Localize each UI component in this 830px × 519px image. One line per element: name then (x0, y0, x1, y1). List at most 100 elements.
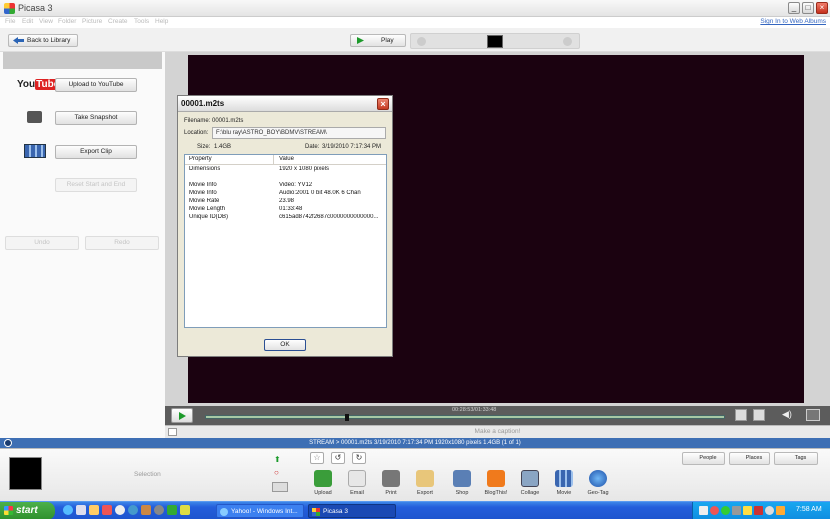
app-icon[interactable] (115, 505, 125, 515)
menu-picture[interactable]: Picture (82, 18, 102, 25)
export-clip-button[interactable]: Export Clip (55, 145, 137, 159)
ie-icon[interactable] (63, 505, 73, 515)
rotate-left-button[interactable]: ↺ (331, 452, 345, 464)
print-icon (382, 470, 400, 487)
media-icon[interactable] (102, 505, 112, 515)
upload-tool[interactable]: Upload (306, 470, 340, 496)
globe-icon (589, 470, 607, 487)
info-icon[interactable] (4, 439, 12, 447)
shop-tool[interactable]: Shop (445, 470, 479, 496)
fullscreen-icon[interactable] (806, 409, 820, 421)
export-tool[interactable]: Export (408, 470, 442, 496)
menu-tools[interactable]: Tools (134, 18, 149, 25)
menu-view[interactable]: View (39, 18, 53, 25)
menu-folder[interactable]: Folder (58, 18, 76, 25)
ok-button[interactable]: OK (264, 339, 306, 351)
app-icon[interactable] (154, 505, 164, 515)
folder-icon[interactable] (89, 505, 99, 515)
taskbar-item-picasa[interactable]: Picasa 3 (308, 504, 396, 518)
back-to-library-button[interactable]: Back to Library (8, 34, 78, 47)
filmstrip-thumbnail[interactable] (487, 35, 503, 48)
menu-edit[interactable]: Edit (22, 18, 33, 25)
windows-logo-icon (4, 506, 13, 515)
windows-taskbar: start Yahoo! - Windows Int... Picasa 3 7… (0, 501, 830, 519)
tray-app-icon[interactable] (776, 506, 785, 515)
menu-help[interactable]: Help (155, 18, 168, 25)
blogger-icon (487, 470, 505, 487)
table-row-property: Movie Info (189, 190, 217, 196)
table-row-value: Audio:2001 0 bit 48.0K 6 Chan (279, 190, 361, 196)
tray-app-icon[interactable] (710, 506, 719, 515)
menu-file[interactable]: File (5, 18, 15, 25)
minimize-button[interactable]: _ (788, 2, 800, 14)
tray-app-icon[interactable] (732, 506, 741, 515)
trim-start-button[interactable] (735, 409, 747, 421)
upload-to-youtube-button[interactable]: Upload to YouTube (55, 78, 137, 92)
timeline-track[interactable] (205, 415, 725, 419)
prev-arrow-icon[interactable] (417, 37, 426, 46)
column-value[interactable]: Value (279, 156, 294, 162)
clear-red-icon[interactable]: ○ (274, 468, 285, 477)
tray-app-icon[interactable] (743, 506, 752, 515)
maximize-button[interactable]: □ (802, 2, 814, 14)
undo-button[interactable]: Undo (5, 236, 79, 250)
tray-app-icon[interactable] (754, 506, 763, 515)
tray-app-icon[interactable] (699, 506, 708, 515)
print-tool[interactable]: Print (374, 470, 408, 496)
share-options-icon[interactable] (272, 482, 288, 492)
blogthis-tool[interactable]: BlogThis! (479, 470, 513, 496)
star-button[interactable]: ☆ (310, 452, 324, 464)
properties-table: Property Value Dimensions 1920 x 1080 pi… (184, 154, 387, 328)
app-icon[interactable] (180, 505, 190, 515)
camera-icon (27, 111, 42, 123)
redo-button[interactable]: Redo (85, 236, 159, 250)
taskbar-item-label: Picasa 3 (323, 508, 348, 515)
caption-toggle-icon[interactable] (168, 428, 177, 436)
take-snapshot-button[interactable]: Take Snapshot (55, 111, 137, 125)
timeline-playhead[interactable] (345, 414, 349, 421)
size-label: Size: (197, 144, 211, 150)
sign-in-link[interactable]: Sign In to Web Albums (760, 18, 826, 25)
window-title: Picasa 3 (18, 3, 53, 13)
menu-create[interactable]: Create (108, 18, 128, 25)
app-icon[interactable] (141, 505, 151, 515)
filename-value: 00001.m2ts (212, 118, 244, 124)
volume-icon[interactable]: ◀) (782, 409, 796, 421)
desktop-icon[interactable] (76, 505, 86, 515)
scrub-play-button[interactable] (171, 408, 193, 423)
tray-app-icon[interactable] (721, 506, 730, 515)
upload-icon (314, 470, 332, 487)
column-property[interactable]: Property (189, 156, 212, 162)
people-button[interactable]: People (682, 452, 725, 465)
app-icon[interactable] (167, 505, 177, 515)
play-button[interactable]: Play (350, 34, 406, 47)
system-tray: 7:58 AM (692, 502, 830, 519)
clock[interactable]: 7:58 AM (796, 506, 822, 513)
reset-start-end-button[interactable]: Reset Start and End (55, 178, 137, 192)
location-field[interactable]: F:\blu ray\ASTRO_BOY\BDMV\STREAM\ (212, 127, 386, 139)
email-tool[interactable]: Email (340, 470, 374, 496)
tags-button[interactable]: Tags (774, 452, 818, 465)
picasa-app-icon (4, 3, 15, 14)
trim-end-button[interactable] (753, 409, 765, 421)
column-divider[interactable] (273, 155, 274, 164)
email-icon (348, 470, 366, 487)
collage-tool[interactable]: Collage (513, 470, 547, 496)
app-icon[interactable] (128, 505, 138, 515)
pin-green-icon[interactable]: ⬆ (274, 455, 285, 464)
close-window-button[interactable]: × (816, 2, 828, 14)
rotate-right-button[interactable]: ↻ (352, 452, 366, 464)
table-header: Property Value (185, 155, 386, 165)
selection-thumbnail[interactable] (9, 457, 42, 490)
next-arrow-icon[interactable] (563, 37, 572, 46)
dialog-close-button[interactable]: × (377, 98, 389, 110)
movie-tool[interactable]: Movie (547, 470, 581, 496)
taskbar-item-yahoo[interactable]: Yahoo! - Windows Int... (216, 504, 304, 518)
places-button[interactable]: Places (729, 452, 770, 465)
caption-input[interactable]: Make a caption! (165, 425, 830, 438)
tray-app-icon[interactable] (765, 506, 774, 515)
geotag-tool[interactable]: Geo-Tag (581, 470, 615, 496)
table-row-value: 1920 x 1080 pixels (279, 166, 330, 172)
start-button[interactable]: start (0, 502, 55, 519)
email-label: Email (350, 490, 364, 496)
